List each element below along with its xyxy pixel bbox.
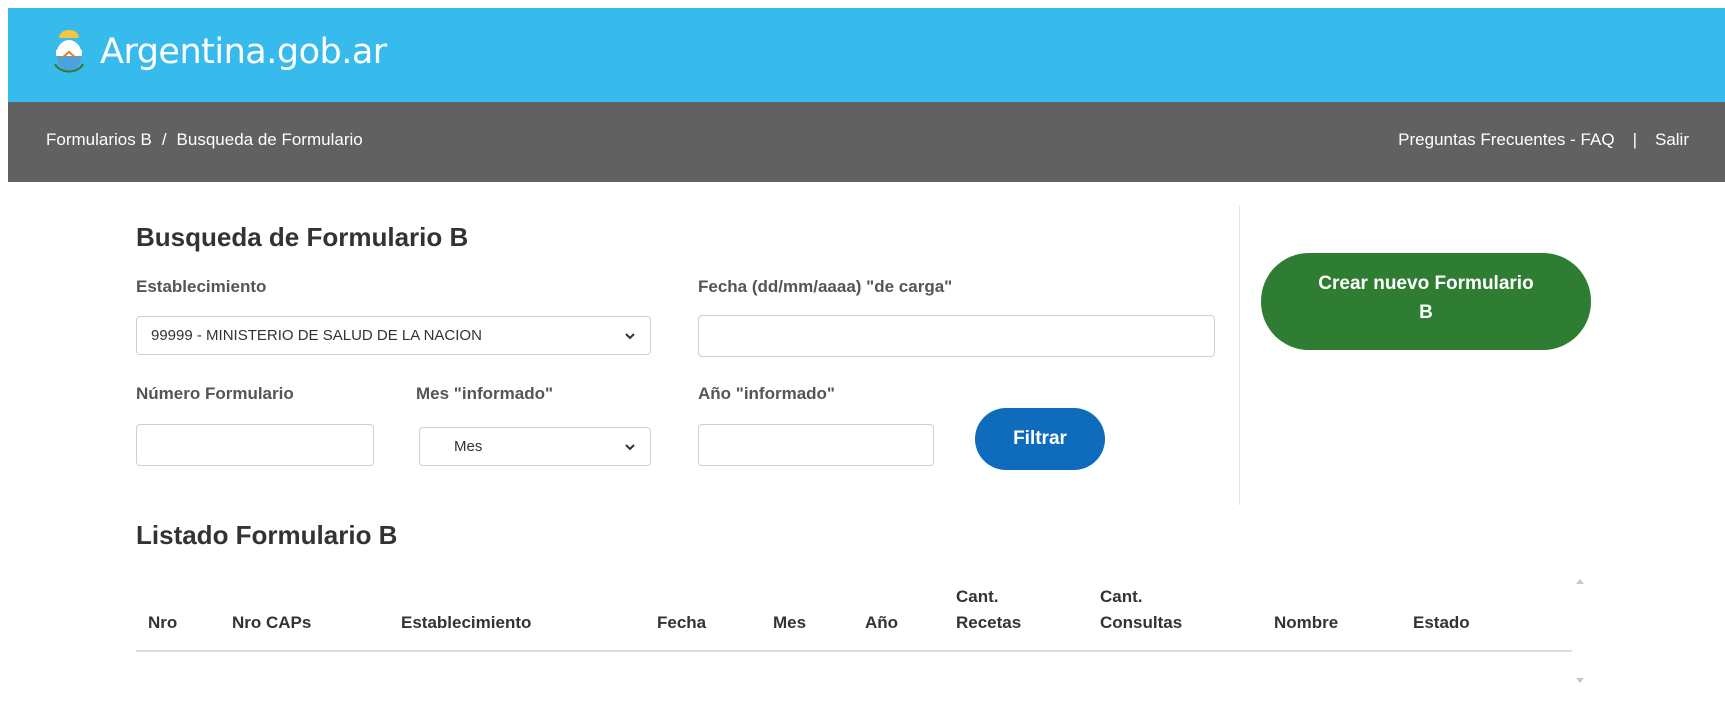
col-cant-consultas-line1: Cant. xyxy=(1100,587,1143,606)
vertical-divider xyxy=(1239,205,1240,505)
col-cant-recetas-line2: Recetas xyxy=(956,613,1022,632)
numero-formulario-label: Número Formulario xyxy=(136,384,294,403)
logout-link[interactable]: Salir xyxy=(1655,130,1689,150)
search-title: Busqueda de Formulario B xyxy=(136,222,469,252)
table-header: Nro Nro CAPs Establecimiento Fecha Mes A… xyxy=(136,575,1572,652)
col-establecimiento[interactable]: Establecimiento xyxy=(401,610,531,636)
faq-link[interactable]: Preguntas Frecuentes - FAQ xyxy=(1398,130,1614,150)
mes-label: Mes "informado" xyxy=(416,384,554,403)
col-cant-recetas[interactable]: Cant. Recetas xyxy=(956,584,1021,636)
numero-formulario-input[interactable] xyxy=(136,424,374,466)
fecha-label: Fecha (dd/mm/aaaa) "de carga" xyxy=(698,277,953,296)
col-anio[interactable]: Año xyxy=(865,610,898,636)
anio-label: Año "informado" xyxy=(698,384,835,403)
col-cant-recetas-line1: Cant. xyxy=(956,587,999,606)
breadcrumb: Formularios B / Busqueda de Formulario xyxy=(46,130,363,150)
col-cant-consultas-line2: Consultas xyxy=(1100,613,1183,632)
breadcrumb-formularios-b[interactable]: Formularios B xyxy=(46,130,152,150)
filter-button[interactable]: Filtrar xyxy=(975,408,1105,470)
nav-bar: Formularios B / Busqueda de Formulario P… xyxy=(8,102,1725,182)
anio-input[interactable] xyxy=(698,424,934,466)
listado-title: Listado Formulario B xyxy=(136,520,398,550)
establecimiento-select[interactable]: 99999 - MINISTERIO DE SALUD DE LA NACION xyxy=(136,316,651,355)
nav-divider: | xyxy=(1632,130,1637,149)
create-form-button-line2: B xyxy=(1419,302,1433,323)
fecha-input[interactable] xyxy=(698,315,1215,357)
col-estado[interactable]: Estado xyxy=(1413,610,1470,636)
create-form-button[interactable]: Crear nuevo Formulario B xyxy=(1261,253,1591,350)
table-scrollbar[interactable] xyxy=(1572,569,1590,693)
col-cant-consultas[interactable]: Cant. Consultas xyxy=(1100,584,1182,636)
brand-link[interactable]: Argentina.gob.ar xyxy=(52,28,387,76)
top-header: Argentina.gob.ar xyxy=(8,8,1725,102)
mes-select[interactable]: Mes xyxy=(419,427,651,466)
col-nombre[interactable]: Nombre xyxy=(1274,610,1338,636)
nav-links: Preguntas Frecuentes - FAQ | Salir xyxy=(1398,130,1689,150)
col-nro-caps[interactable]: Nro CAPs xyxy=(232,610,311,636)
brand-title: Argentina.gob.ar xyxy=(100,32,387,72)
chevron-down-icon xyxy=(625,443,635,450)
col-fecha[interactable]: Fecha xyxy=(657,610,706,636)
scroll-up-icon[interactable] xyxy=(1576,579,1584,584)
establecimiento-selected: 99999 - MINISTERIO DE SALUD DE LA NACION xyxy=(151,327,482,344)
col-nro[interactable]: Nro xyxy=(148,610,177,636)
argentina-coat-of-arms-icon xyxy=(54,30,84,73)
establecimiento-label: Establecimiento xyxy=(136,277,267,296)
chevron-down-icon xyxy=(625,332,635,339)
breadcrumb-current: Busqueda de Formulario xyxy=(176,130,363,149)
create-form-button-line1: Crear nuevo Formulario xyxy=(1318,273,1534,294)
breadcrumb-separator: / xyxy=(161,130,167,149)
mes-selected: Mes xyxy=(454,438,483,455)
col-mes[interactable]: Mes xyxy=(773,610,806,636)
scroll-down-icon[interactable] xyxy=(1576,678,1584,683)
